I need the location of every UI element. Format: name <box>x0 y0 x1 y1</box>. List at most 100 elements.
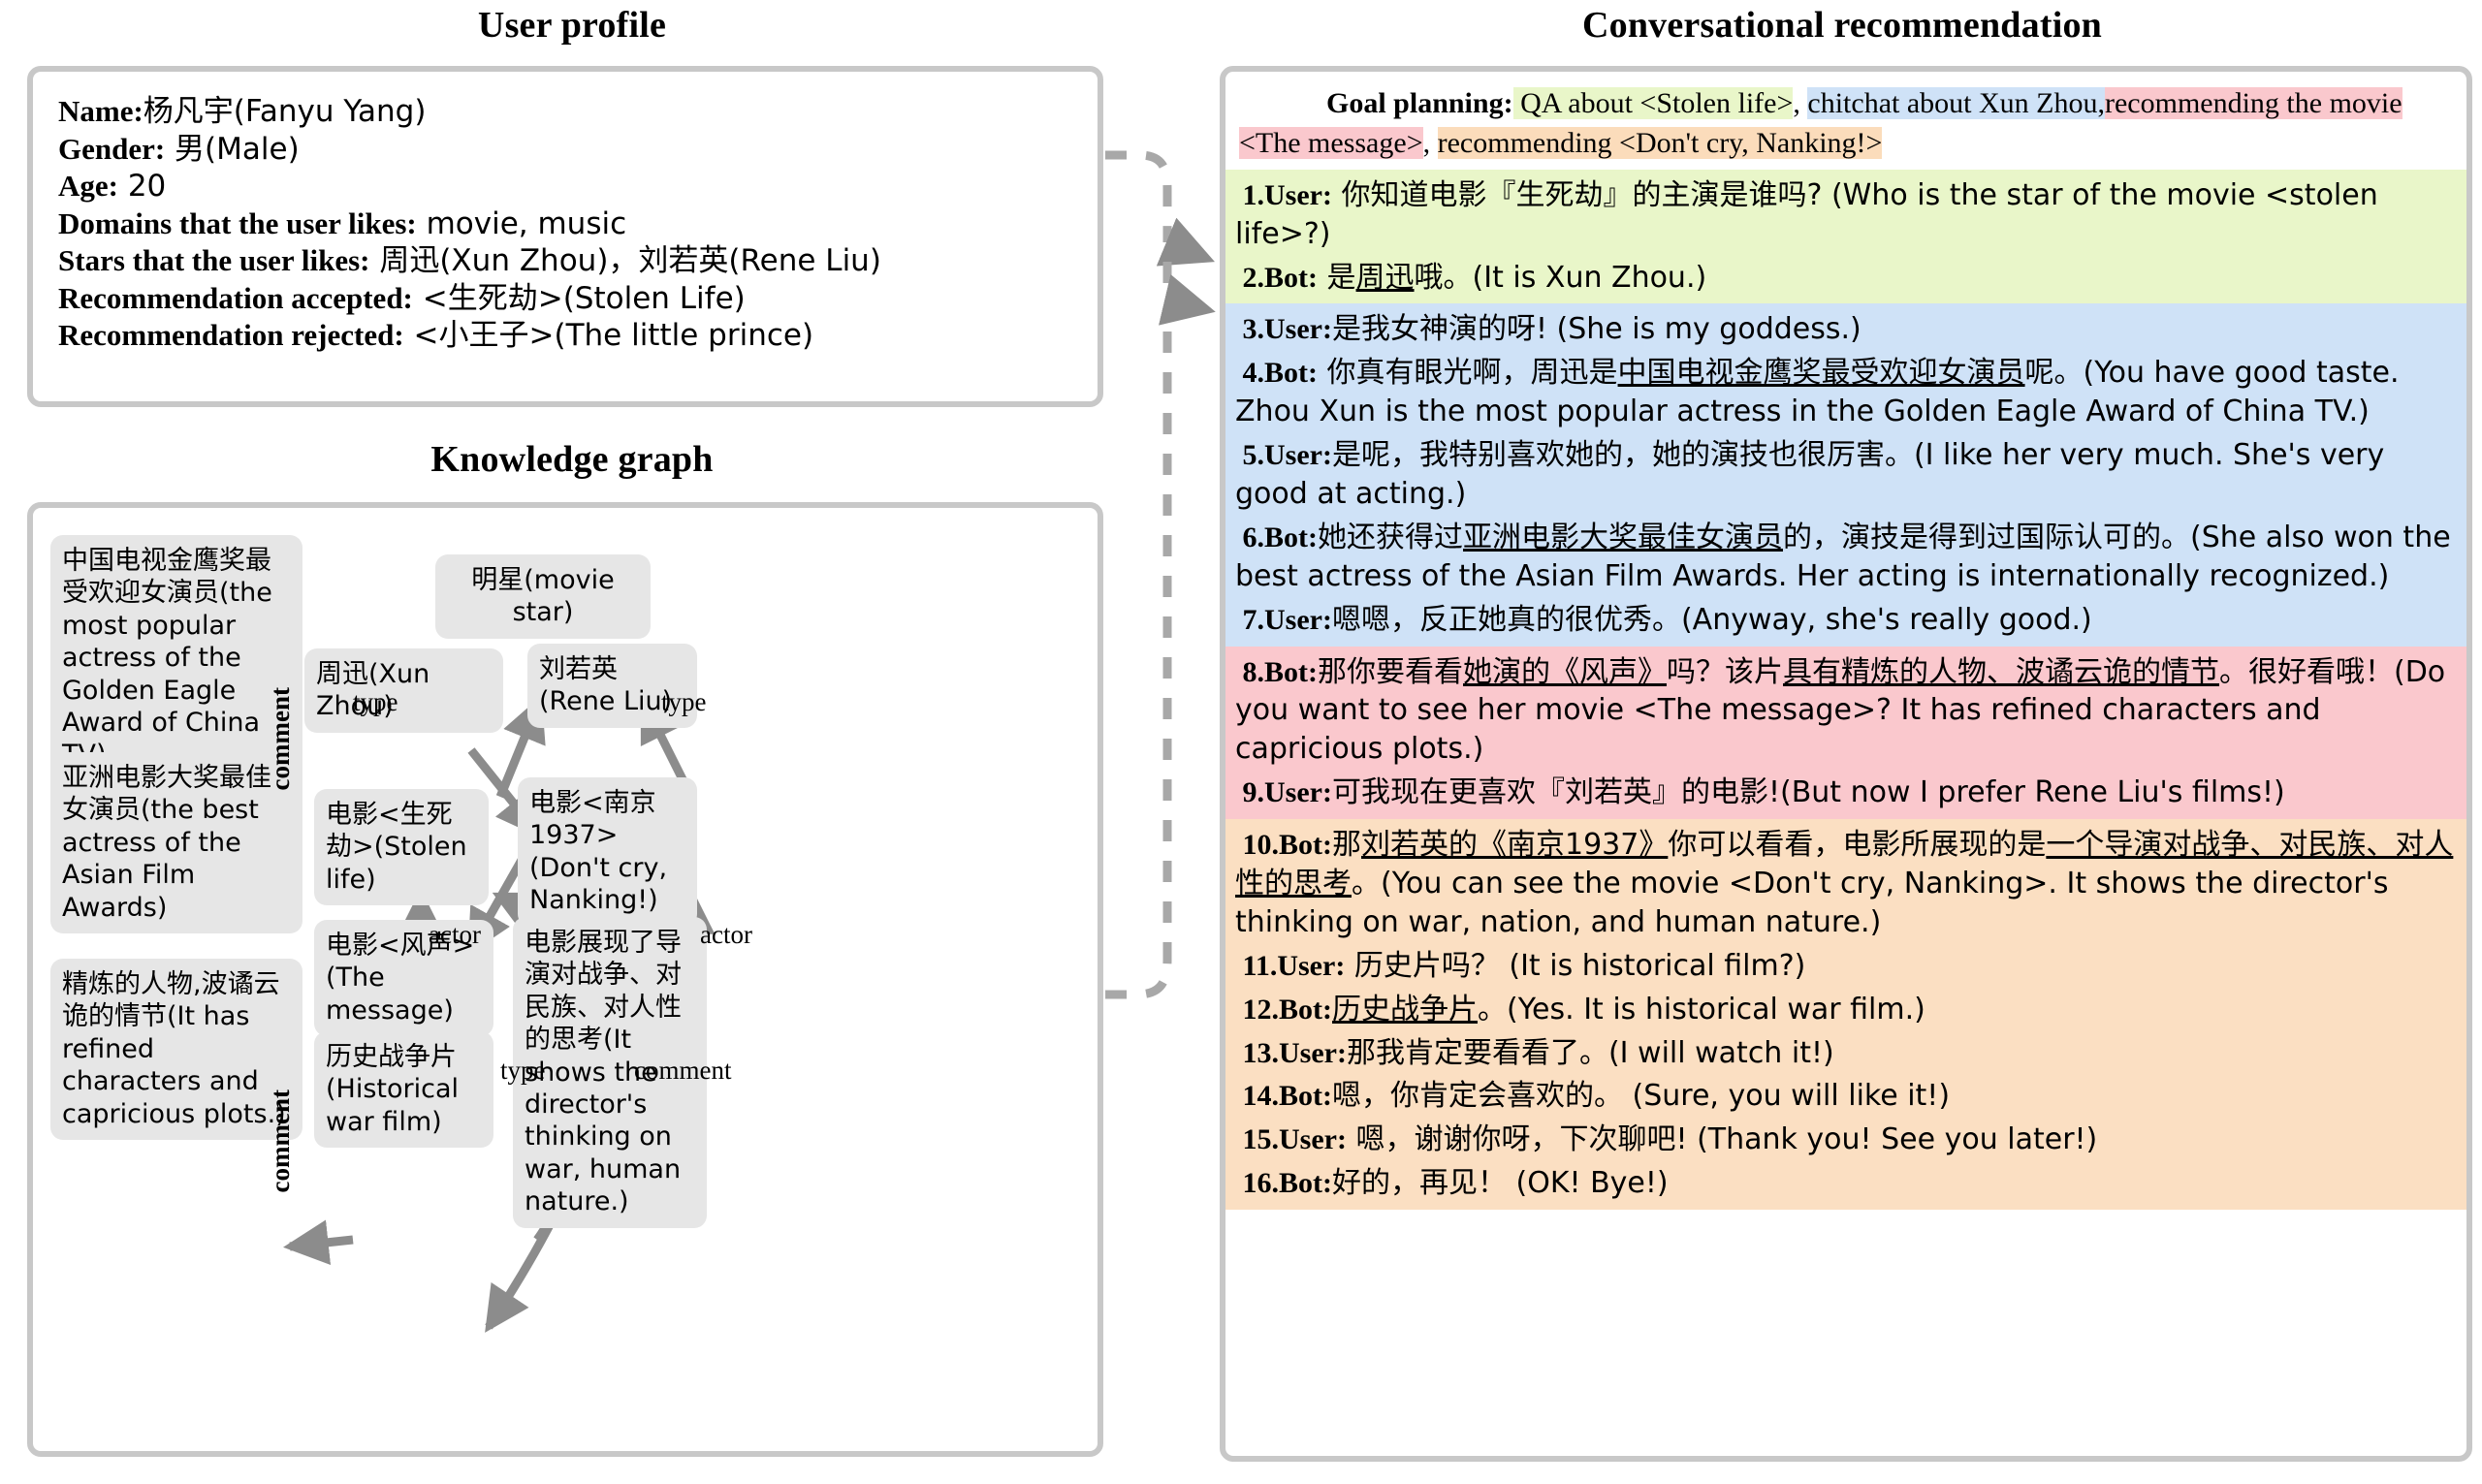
kg-node-xun-zhou: 周迅(Xun Zhou) <box>304 648 503 733</box>
dialog-turn: 2.Bot: 是周迅哦。(It is Xun Zhou.) <box>1235 259 2457 298</box>
kg-node-label: 明星(movie star) <box>471 565 615 628</box>
dialog-turn-speaker: 6.Bot: <box>1235 521 1319 553</box>
dialog-turn: 6.Bot:她还获得过亚洲电影大奖最佳女演员的，演技是得到过国际认可的。(She… <box>1235 519 2457 596</box>
dialog-turn: 7.User:嗯嗯，反正她真的很优秀。(Anyway, she's really… <box>1235 601 2457 640</box>
user-profile-row: Recommendation accepted: <生死劫>(Stolen Li… <box>58 280 1072 318</box>
dialog-turn: 15.User: 嗯，谢谢你呀，下次聊吧! (Thank you! See yo… <box>1235 1121 2457 1159</box>
dialog-turn-text: 。(You can see the movie <Don't cry, Nank… <box>1235 867 2389 939</box>
kg-node-golden-eagle-award: 中国电视金鹰奖最受欢迎女演员(the most popular actress … <box>50 535 302 781</box>
kg-edge-label-type-right: type <box>661 687 707 716</box>
dialog-turn-text: 是呢，我特别喜欢她的，她的演技也很厉害。(I like her very muc… <box>1235 438 2385 512</box>
dialog-turn-speaker: 2.Bot: <box>1235 261 1319 294</box>
goal-planning-label: Goal planning: <box>1326 87 1513 119</box>
dialog-turn-text: 吗？该片 <box>1667 654 1783 689</box>
kg-node-label: 刘若英(Rene Liu) <box>539 654 673 717</box>
goal-planning-segment: recommending <Don't cry, Nanking!> <box>1437 127 1883 160</box>
user-profile-title: User profile <box>477 5 667 46</box>
kg-edge-label-actor-right: actor <box>700 920 752 949</box>
user-profile-row-value: <生死劫>(Stolen Life) <box>412 280 746 316</box>
dialog-turn: 10.Bot:那刘若英的《南京1937》你可以看看，电影所展现的是一个导演对战争… <box>1235 826 2457 942</box>
kg-node-label: 电影<生死劫>(Stolen life) <box>326 800 467 895</box>
goal-planning: Goal planning: QA about <Stolen life>, c… <box>1225 72 2466 170</box>
dialog-entity-mention: 亚洲电影大奖最佳女演员 <box>1463 520 1783 554</box>
dialog-entity-mention: 她演的《风声》 <box>1463 654 1667 689</box>
dialog-turn-text: 嗯嗯，反正她真的很优秀。(Anyway, she's really good.) <box>1331 602 2092 637</box>
kg-edge-label-comment-nanjing: comment <box>634 1056 732 1085</box>
user-profile-row: Domains that the user likes: movie, musi… <box>58 205 1072 243</box>
dialog-turn: 14.Bot:嗯，你肯定会喜欢的。 (Sure, you will like i… <box>1235 1077 2457 1116</box>
goal-planning-segment: , <box>1793 87 1808 119</box>
dialog-entity-mention: 具有精炼的人物、波谲云诡的情节 <box>1783 654 2219 689</box>
user-profile-row-label: Name: <box>58 94 143 128</box>
dialog-turn-text: 你真有眼光啊，周迅是 <box>1318 356 1618 391</box>
user-profile-row-label: Recommendation rejected: <box>58 318 404 352</box>
dialog-turn-text: 嗯，你肯定会喜欢的。 (Sure, you will like it!) <box>1332 1079 1951 1114</box>
dialog-turn-speaker: 14.Bot: <box>1235 1080 1333 1113</box>
user-profile-row: Name:杨凡宇(Fanyu Yang) <box>58 93 1072 131</box>
user-profile-row: Stars that the user likes: 周迅(Xun Zhou)，… <box>58 242 1072 280</box>
dialog-block: 1.User: 你知道电影『生死劫』的主演是谁吗? (Who is the st… <box>1225 169 2466 304</box>
user-profile-row-value: 20 <box>117 169 167 204</box>
goal-planning-segment: , <box>1422 127 1438 160</box>
kg-node-label: 电影<南京1937>(Don't cry, Nanking!) <box>529 788 668 916</box>
dialog-turn-text: 。(Yes. It is historical war film.) <box>1478 992 1925 1026</box>
dialog-turn-text: 好的，再见！ (OK! Bye!) <box>1332 1166 1669 1201</box>
user-profile-row-value: movie, music <box>416 205 627 241</box>
left-column: User profile Name:杨凡宇(Fanyu Yang) Gender:… <box>0 0 1144 1484</box>
dialog-turn-speaker: 1.User: <box>1235 178 1332 211</box>
conversation-title: Conversational recommendation <box>1581 5 2102 46</box>
kg-edge-label-comment-lower: comment <box>266 1089 295 1193</box>
dialog-turn-speaker: 3.User: <box>1235 313 1332 346</box>
kg-edge-label-comment-upper: comment <box>266 687 295 791</box>
user-profile-row-label: Gender: <box>58 131 166 166</box>
dialog-turn: 11.User: 历史片吗？ (It is historical film?) <box>1235 947 2457 986</box>
user-profile-row: Age: 20 <box>58 168 1072 205</box>
dialog-turn-speaker: 9.User: <box>1235 776 1332 809</box>
user-profile-row-value: 周迅(Xun Zhou)，刘若英(Rene Liu) <box>369 243 881 278</box>
user-profile-box: Name:杨凡宇(Fanyu Yang) Gender: 男(Male) Age: … <box>27 66 1103 407</box>
dialog-turn-text: 哦。(It is Xun Zhou.) <box>1414 260 1707 295</box>
dialog-turn-text: 是 <box>1318 260 1356 295</box>
goal-planning-segment: chitchat about Xun Zhou, <box>1807 87 2105 119</box>
dialog-turn-speaker: 10.Bot: <box>1235 829 1333 862</box>
dialog-turns: 1.User: 你知道电影『生死劫』的主演是谁吗? (Who is the st… <box>1225 169 2466 1211</box>
conversation-box: Goal planning: QA about <Stolen life>, c… <box>1220 66 2472 1462</box>
dialog-entity-mention: 中国电视金鹰奖最受欢迎女演员 <box>1617 356 2025 391</box>
kg-node-genre-war-film: 历史战争片(Historical war film) <box>314 1031 493 1149</box>
kg-edge-label-actor-left: actor <box>429 920 481 949</box>
dialog-turn-text: 那 <box>1332 828 1361 863</box>
dialog-turn: 5.User:是呢，我特别喜欢她的，她的演技也很厉害。(I like her v… <box>1235 436 2457 514</box>
user-profile-row: Gender: 男(Male) <box>58 131 1072 169</box>
dialog-turn: 16.Bot:好的，再见！ (OK! Bye!) <box>1235 1164 2457 1203</box>
dialog-turn-speaker: 5.User: <box>1235 439 1332 472</box>
knowledge-graph-box: 中国电视金鹰奖最受欢迎女演员(the most popular actress … <box>27 502 1103 1457</box>
kg-node-label: 历史战争片(Historical war film) <box>326 1042 460 1137</box>
dialog-turn-text: 你知道电影『生死劫』的主演是谁吗? (Who is the star of th… <box>1235 177 2378 251</box>
dialog-turn: 1.User: 你知道电影『生死劫』的主演是谁吗? (Who is the st… <box>1235 176 2457 254</box>
dialog-turn-speaker: 7.User: <box>1235 603 1332 636</box>
dialog-turn: 3.User:是我女神演的呀! (She is my goddess.) <box>1235 310 2457 349</box>
dialog-turn-speaker: 15.User: <box>1235 1123 1347 1156</box>
dialog-turn-text: 那我肯定要看看了。(I will watch it!) <box>1346 1035 1834 1070</box>
dialog-entity-mention: 周迅 <box>1355 260 1415 295</box>
dialog-turn-speaker: 8.Bot: <box>1235 655 1319 688</box>
dialog-turn-text: 嗯，谢谢你呀，下次聊吧! (Thank you! See you later!) <box>1346 1122 2098 1157</box>
kg-node-label: 亚洲电影大奖最佳女演员(the best actress of the Asia… <box>62 763 271 923</box>
dialog-entity-mention: 历史战争片 <box>1332 992 1478 1026</box>
dialog-turn-text: 可我现在更喜欢『刘若英』的电影!(But now I prefer Rene L… <box>1331 775 2285 810</box>
dialog-turn-speaker: 12.Bot: <box>1235 993 1333 1026</box>
dialog-block: 3.User:是我女神演的呀! (She is my goddess.) 4.B… <box>1225 303 2466 647</box>
kg-node-label: 精炼的人物,波谲云诡的情节(It has refined characters … <box>62 969 286 1129</box>
dialog-block: 8.Bot:那你要看看她演的《风声》吗？该片具有精炼的人物、波谲云诡的情节。很好… <box>1225 646 2466 820</box>
kg-node-movie-stolen-life: 电影<生死劫>(Stolen life) <box>314 789 489 906</box>
dialog-turn-text: 那你要看看 <box>1318 654 1463 689</box>
kg-node-asian-film-award: 亚洲电影大奖最佳女演员(the best actress of the Asia… <box>50 752 302 933</box>
kg-edge-label-type-genre: type <box>500 1056 546 1085</box>
user-profile-row-label: Recommendation accepted: <box>58 280 413 315</box>
kg-edge-label-type-left: type <box>353 687 398 716</box>
dialog-turn-speaker: 13.User: <box>1235 1036 1347 1069</box>
kg-node-label: 中国电视金鹰奖最受欢迎女演员(the most popular actress … <box>62 546 272 770</box>
dialog-turn-text: 是我女神演的呀! (She is my goddess.) <box>1331 312 1862 347</box>
user-profile-row-value: <小王子>(The little prince) <box>403 318 814 353</box>
dialog-turn: 8.Bot:那你要看看她演的《风声》吗？该片具有精炼的人物、波谲云诡的情节。很好… <box>1235 653 2457 770</box>
